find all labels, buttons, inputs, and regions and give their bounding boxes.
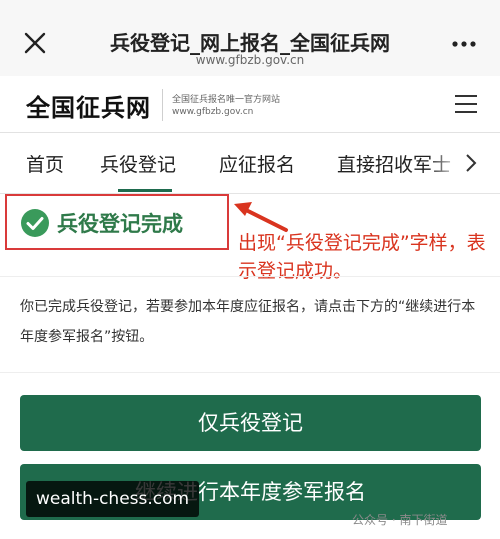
site-subtitle: 全国征兵报名唯一官方网站 (172, 95, 281, 105)
close-icon[interactable] (24, 32, 46, 54)
logo-divider (162, 89, 163, 121)
menu-icon[interactable] (455, 94, 477, 114)
tab-enlistment-application[interactable]: 应征报名 (219, 150, 295, 177)
divider (0, 276, 500, 277)
divider (0, 372, 500, 373)
status-highlight-box: 兵役登记完成 (5, 194, 229, 250)
account-watermark: 公众号 · 南下街道 (352, 513, 448, 527)
description-text: 你已完成兵役登记，若要参加本年度应征报名，请点击下方的“继续进行本年度参军报名”… (20, 299, 476, 345)
site-header: 全国征兵网 全国征兵报名唯一官方网站 www.gfbzb.gov.cn (0, 76, 500, 133)
chevron-right-icon[interactable] (464, 153, 478, 173)
more-icon[interactable] (452, 41, 476, 47)
nav-tabs: 首页 兵役登记 应征报名 直接招收军士 (0, 133, 500, 194)
site-logo[interactable]: 全国征兵网 (26, 88, 151, 123)
check-circle-icon (21, 209, 49, 237)
browser-top-bar: 兵役登记_网上报名_全国征兵网 www.gfbzb.gov.cn (0, 0, 500, 76)
register-only-button[interactable]: 仅兵役登记 (20, 395, 481, 451)
watermark-label: wealth-chess.com (26, 481, 200, 517)
tab-active-indicator (118, 189, 172, 192)
status-text: 兵役登记完成 (57, 212, 183, 236)
tab-home[interactable]: 首页 (26, 150, 64, 177)
page-url: www.gfbzb.gov.cn (195, 53, 305, 67)
page-title: 兵役登记_网上报名_全国征兵网 (110, 31, 390, 55)
tab-military-registration[interactable]: 兵役登记 (100, 150, 176, 177)
site-subtitle-url: www.gfbzb.gov.cn (172, 107, 254, 117)
